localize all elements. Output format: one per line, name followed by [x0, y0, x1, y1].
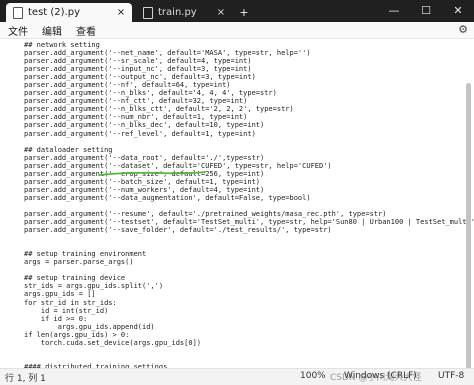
- file-icon: [13, 6, 23, 19]
- code-line[interactable]: id = int(str_id): [24, 307, 474, 315]
- vertical-scrollbar[interactable]: [466, 83, 471, 373]
- file-icon: [143, 6, 153, 19]
- code-line[interactable]: parser.add_argument('--resume', default=…: [24, 210, 474, 218]
- gear-icon[interactable]: ⚙: [458, 23, 468, 36]
- tab-test-2-py[interactable]: test (2).py ×: [6, 3, 132, 22]
- code-line[interactable]: parser.add_argument('--net_name', defaul…: [24, 49, 474, 57]
- code-line[interactable]: parser.add_argument('--dataset', default…: [24, 162, 474, 170]
- new-tab-button[interactable]: +: [236, 4, 252, 20]
- code-line[interactable]: parser.add_argument('--ref_level', defau…: [24, 130, 474, 138]
- code-line[interactable]: parser.add_argument('--n_blks', default=…: [24, 89, 474, 97]
- code-line[interactable]: parser.add_argument('--data_root', defau…: [24, 154, 474, 162]
- code-line[interactable]: parser.add_argument('--crop_size', defau…: [24, 170, 474, 178]
- code-line[interactable]: parser.add_argument('--nf', default=64, …: [24, 81, 474, 89]
- code-line[interactable]: [24, 347, 474, 355]
- code-line[interactable]: parser.add_argument('--testset', default…: [24, 218, 474, 226]
- code-line[interactable]: args.gpu_ids = []: [24, 290, 474, 298]
- minimize-button[interactable]: —: [378, 0, 410, 22]
- code-line[interactable]: parser.add_argument('--save_folder', def…: [24, 226, 474, 234]
- code-line[interactable]: parser.add_argument('--n_blks_dec', defa…: [24, 121, 474, 129]
- menu-edit[interactable]: 编辑: [42, 23, 62, 38]
- code-line[interactable]: args.gpu_ids.append(id): [24, 323, 474, 331]
- code-line[interactable]: [24, 202, 474, 210]
- code-line[interactable]: parser.add_argument('--output_nc', defau…: [24, 73, 474, 81]
- encoding[interactable]: UTF-8: [438, 371, 464, 381]
- code-line[interactable]: parser.add_argument('--batch_size', defa…: [24, 178, 474, 186]
- menu-file[interactable]: 文件: [8, 23, 28, 38]
- code-line[interactable]: parser.add_argument('--nf_ctt', default=…: [24, 97, 474, 105]
- tab-label: test (2).py: [28, 7, 80, 18]
- code-line[interactable]: parser.add_argument('--num_nbr', default…: [24, 113, 474, 121]
- close-window-button[interactable]: ✕: [442, 0, 474, 22]
- title-bar: test (2).py × train.py × + — ☐ ✕: [0, 0, 474, 22]
- watermark: CSDN @小川淘大大怪: [330, 373, 422, 383]
- code-line[interactable]: if len(args.gpu_ids) > 0:: [24, 331, 474, 339]
- code-line[interactable]: torch.cuda.set_device(args.gpu_ids[0]): [24, 339, 474, 347]
- code-line[interactable]: str_ids = args.gpu_ids.split(','): [24, 282, 474, 290]
- code-line[interactable]: parser.add_argument('--input_nc', defaul…: [24, 65, 474, 73]
- menu-bar: 文件 编辑 查看: [0, 22, 474, 38]
- cursor-position: 行 1, 列 1: [5, 374, 46, 384]
- code-line[interactable]: parser.add_argument('--sr_scale', defaul…: [24, 57, 474, 65]
- code-line[interactable]: ## setup training device: [24, 274, 474, 282]
- code-line[interactable]: ## network setting: [24, 41, 474, 49]
- code-line[interactable]: if id >= 0:: [24, 315, 474, 323]
- code-line[interactable]: [24, 138, 474, 146]
- code-content[interactable]: ## network setting parser.add_argument('-…: [24, 41, 474, 371]
- code-line[interactable]: parser.add_argument('--data_augmentation…: [24, 194, 474, 202]
- close-tab-icon[interactable]: ×: [214, 7, 228, 18]
- text-editor[interactable]: ## network setting parser.add_argument('-…: [0, 38, 474, 373]
- code-line[interactable]: [24, 355, 474, 363]
- tab-train-py[interactable]: train.py ×: [136, 3, 232, 22]
- code-line[interactable]: ## setup training environment: [24, 250, 474, 258]
- menu-view[interactable]: 查看: [76, 23, 96, 38]
- close-tab-icon[interactable]: ×: [114, 7, 128, 18]
- code-line[interactable]: for str_id in str_ids:: [24, 299, 474, 307]
- code-line[interactable]: args = parser.parse_args(): [24, 258, 474, 266]
- code-line[interactable]: parser.add_argument('--num_workers', def…: [24, 186, 474, 194]
- code-line[interactable]: ## dataloader setting: [24, 146, 474, 154]
- tab-label: train.py: [158, 7, 197, 18]
- code-line[interactable]: [24, 242, 474, 250]
- code-line[interactable]: parser.add_argument('--n_blks_ctt', defa…: [24, 105, 474, 113]
- maximize-button[interactable]: ☐: [410, 0, 442, 22]
- code-line[interactable]: [24, 266, 474, 274]
- underline-annotation: [98, 171, 206, 176]
- code-line[interactable]: [24, 234, 474, 242]
- zoom-level[interactable]: 100%: [300, 371, 326, 381]
